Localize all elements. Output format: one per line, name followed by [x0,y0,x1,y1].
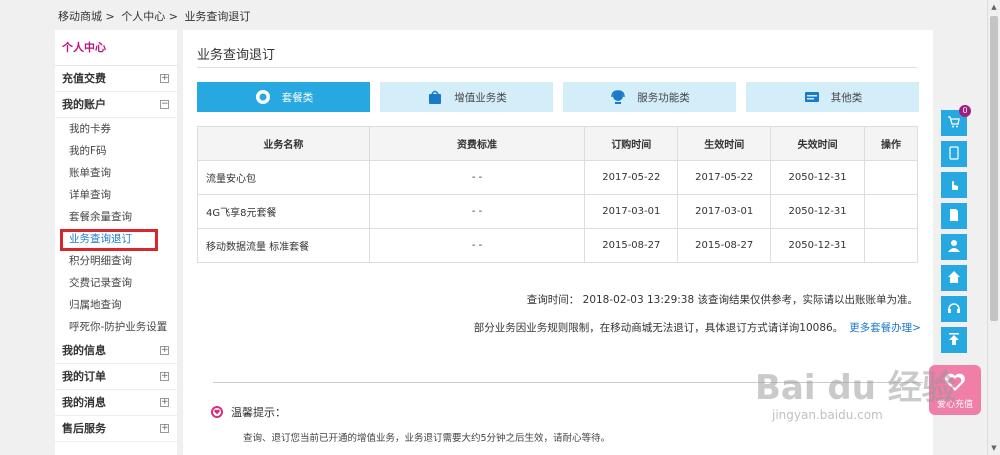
cell-name: 流量安心包 [197,160,370,195]
cell-order-time: 2017-05-22 [584,160,679,195]
table-row: 移动数据流量 标准套餐 - - 2015-08-27 2015-08-27 20… [197,228,918,263]
user-icon [948,239,960,256]
headset-icon [947,301,961,318]
cell-order-time: 2017-03-01 [584,194,679,229]
cart-count-badge: 0 [959,105,971,117]
tab-value-added[interactable]: 增值业务类 [380,82,553,112]
sim-button[interactable] [941,203,967,229]
hand-icon [948,177,960,194]
collapse-icon[interactable]: − [160,100,169,109]
cell-effective-time: 2017-05-22 [677,160,772,195]
breadcrumb-user-center[interactable]: 个人中心 > [121,10,178,23]
sidebar-group-orders[interactable]: 我的订单 + [55,364,177,390]
floating-toolbar: 0 [941,105,971,358]
col-header-fee: 资费标准 [368,126,586,161]
customer-service-button[interactable] [941,296,967,322]
unsubscribe-notice: 部分业务因业务规则限制，在移动商城无法退订，具体退订方式请详询10086。 更多套… [473,322,921,334]
package-icon [254,88,272,106]
expand-icon[interactable]: + [160,372,169,381]
bag-icon [426,88,444,106]
cell-name: 移动数据流量 标准套餐 [197,228,370,263]
breadcrumb: 移动商城 > 个人中心 > 业务查询退订 [58,8,253,24]
heart-icon [211,406,223,418]
sidebar-item-protection[interactable]: 呼死你-防护业务设置 [55,316,177,338]
tab-package[interactable]: 套餐类 [197,82,370,112]
cell-fee: - - [368,160,586,195]
sidebar-item-fcode[interactable]: 我的F码 [55,140,177,162]
cell-fee: - - [368,194,586,229]
vertical-scrollbar[interactable]: ▲ ▼ [987,0,1000,455]
arrow-up-icon [948,332,960,349]
sidebar-item-balance[interactable]: 套餐余量查询 [55,206,177,228]
col-header-effective-time: 生效时间 [677,126,772,161]
cell-effective-time: 2017-03-01 [677,194,772,229]
tip-title: 温馨提示： [211,404,286,420]
tab-other[interactable]: 其他类 [746,82,919,112]
table-row: 4G飞享8元套餐 - - 2017-03-01 2017-03-01 2050-… [197,194,918,229]
page-title: 业务查询退订 [197,48,276,63]
home-icon [947,270,961,287]
baidu-watermark-url: jingyan.baidu.com [772,408,883,422]
sidebar-item-coupons[interactable]: 我的卡券 [55,118,177,140]
expand-icon[interactable]: + [160,346,169,355]
query-time-text: 查询时间： 2018-02-03 13:29:38 该查询结果仅供参考，实际请以… [526,294,918,306]
back-to-top-button[interactable] [941,327,967,353]
cell-expire-time: 2050-12-31 [770,160,866,195]
col-header-action: 操作 [864,126,918,161]
scroll-up-icon[interactable]: ▲ [988,0,1000,14]
sidebar-item-points[interactable]: 积分明细查询 [55,250,177,272]
breadcrumb-home[interactable]: 移动商城 > [58,10,115,23]
phone-icon [949,145,959,163]
user-button[interactable] [941,234,967,260]
expand-icon[interactable]: + [160,398,169,407]
sidebar-group-aftersales[interactable]: 售后服务 + [55,416,177,442]
col-header-expire-time: 失效时间 [770,126,866,161]
business-table: 业务名称 资费标准 订购时间 生效时间 失效时间 操作 流量安心包 - - 20… [197,126,918,263]
sim-icon [949,208,959,225]
cell-order-time: 2015-08-27 [584,228,679,263]
cell-effective-time: 2015-08-27 [677,228,772,263]
cell-action[interactable] [864,160,918,195]
sidebar-item-payment-records[interactable]: 交费记录查询 [55,272,177,294]
breadcrumb-current: 业务查询退订 [184,10,251,23]
sidebar-group-info[interactable]: 我的信息 + [55,338,177,364]
cell-action[interactable] [864,194,918,229]
cell-fee: - - [368,228,586,263]
sidebar-group-recharge[interactable]: 充值交费 + [55,66,177,92]
hand-button[interactable] [941,172,967,198]
col-header-order-time: 订购时间 [584,126,679,161]
scroll-thumb[interactable] [990,16,998,321]
sidebar-item-bill[interactable]: 账单查询 [55,162,177,184]
expand-icon[interactable]: + [160,424,169,433]
cell-expire-time: 2050-12-31 [770,194,866,229]
sidebar-item-detail[interactable]: 详单查询 [55,184,177,206]
baidu-watermark: Bai du 经验 [755,368,956,408]
tip-text: 查询、退订您当前已开通的增值业务，业务退订需要大约5分钟之后生效，请耐心等待。 [243,433,611,444]
service-icon [609,88,627,106]
sidebar-group-messages[interactable]: 我的消息 + [55,390,177,416]
highlight-annotation-box [60,229,158,251]
sidebar-item-location[interactable]: 归属地查询 [55,294,177,316]
expand-icon[interactable]: + [160,74,169,83]
table-row: 流量安心包 - - 2017-05-22 2017-05-22 2050-12-… [197,160,918,195]
sidebar-group-account[interactable]: 我的账户 − [55,92,177,118]
more-packages-link[interactable]: 更多套餐办理> [849,322,921,334]
home-button[interactable] [941,265,967,291]
table-header-row: 业务名称 资费标准 订购时间 生效时间 失效时间 操作 [197,126,918,161]
cart-icon [947,115,961,132]
sidebar-header[interactable]: 个人中心 [55,30,177,66]
scroll-down-icon[interactable]: ▼ [988,441,1000,455]
cell-action[interactable] [864,228,918,263]
cell-name: 4G飞享8元套餐 [197,194,370,229]
cart-button[interactable]: 0 [941,105,971,136]
phone-button[interactable] [941,141,967,167]
card-icon [803,88,821,106]
col-header-name: 业务名称 [197,126,370,161]
tab-service[interactable]: 服务功能类 [563,82,736,112]
cell-expire-time: 2050-12-31 [770,228,866,263]
divider [197,67,917,68]
